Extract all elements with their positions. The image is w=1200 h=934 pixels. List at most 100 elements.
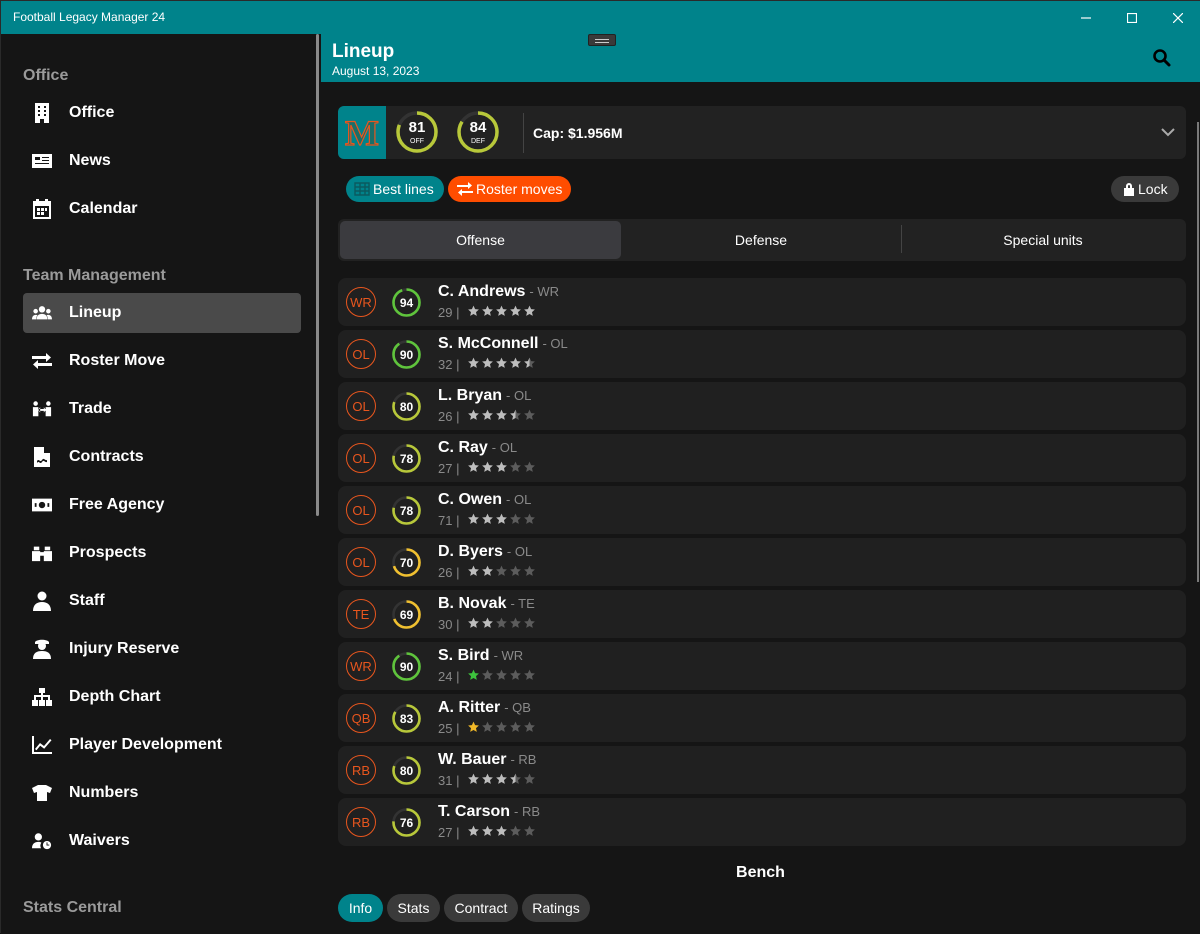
- sidebar-item-contracts[interactable]: Contracts: [23, 437, 301, 477]
- sitemap-icon: [32, 687, 52, 707]
- defense-rating: 84: [469, 119, 487, 136]
- star-icon: [524, 773, 535, 784]
- bench-tab-ratings[interactable]: Ratings: [522, 894, 590, 922]
- player-position: - TE: [510, 596, 535, 611]
- sidebar-item-prospects[interactable]: Prospects: [23, 533, 301, 573]
- sidebar-item-player-development[interactable]: Player Development: [23, 725, 301, 765]
- minimize-button[interactable]: [1063, 1, 1109, 34]
- app-window: Football Legacy Manager 24 Office Office…: [0, 0, 1200, 934]
- player-row[interactable]: RB 76 T. Carson - RB 27 |: [338, 798, 1186, 846]
- sidebar-item-news[interactable]: News: [23, 141, 301, 181]
- star-icon: [496, 565, 507, 576]
- sidebar-item-depth-chart[interactable]: Depth Chart: [23, 677, 301, 717]
- player-name-line[interactable]: W. Bauer - RB: [438, 751, 536, 769]
- player-row[interactable]: OL 80 L. Bryan - OL 26 |: [338, 382, 1186, 430]
- star-icon: [510, 669, 521, 680]
- star-icon: [510, 513, 521, 524]
- lock-icon: [1124, 183, 1134, 196]
- jersey-icon: [32, 783, 52, 803]
- roster-moves-label: Roster moves: [476, 181, 563, 197]
- trade-icon: [32, 399, 52, 419]
- search-icon[interactable]: [1152, 48, 1172, 68]
- player-name[interactable]: C. Andrews: [438, 283, 525, 300]
- sidebar-item-waivers[interactable]: Waivers: [23, 821, 301, 861]
- position-badge: TE: [346, 599, 376, 629]
- sidebar-item-label: Office: [69, 104, 115, 121]
- sidebar-item-trade[interactable]: Trade: [23, 389, 301, 429]
- sidebar-item-calendar[interactable]: Calendar: [23, 189, 301, 229]
- player-name[interactable]: B. Novak: [438, 595, 506, 612]
- title-bar[interactable]: Football Legacy Manager 24: [1, 1, 1200, 34]
- player-name[interactable]: S. Bird: [438, 647, 490, 664]
- player-name-line[interactable]: A. Ritter - QB: [438, 699, 531, 717]
- player-row[interactable]: RB 80 W. Bauer - RB 31 |: [338, 746, 1186, 794]
- player-row[interactable]: OL 90 S. McConnell - OL 32 |: [338, 330, 1186, 378]
- lock-button[interactable]: Lock: [1111, 176, 1179, 202]
- tab-offense[interactable]: Offense: [340, 221, 621, 259]
- sidebar-item-free-agency[interactable]: Free Agency: [23, 485, 301, 525]
- star-icon: [468, 305, 479, 316]
- best-lines-button[interactable]: Best lines: [346, 176, 444, 202]
- player-name-line[interactable]: C. Owen - OL: [438, 491, 531, 509]
- star-icon: [510, 409, 521, 420]
- drag-handle[interactable]: [588, 34, 616, 46]
- sidebar-scrollbar[interactable]: [316, 34, 319, 516]
- player-row[interactable]: TE 69 B. Novak - TE 30 |: [338, 590, 1186, 638]
- chevron-down-icon[interactable]: [1160, 124, 1176, 140]
- sidebar-item-injury-reserve[interactable]: Injury Reserve: [23, 629, 301, 669]
- maximize-button[interactable]: [1109, 1, 1155, 34]
- player-name[interactable]: C. Ray: [438, 439, 488, 456]
- player-name-line[interactable]: L. Bryan - OL: [438, 387, 531, 405]
- bench-tab-contract[interactable]: Contract: [444, 894, 518, 922]
- player-name[interactable]: W. Bauer: [438, 751, 506, 768]
- swap-icon: [32, 351, 52, 371]
- overall-rating-ring: 76: [391, 807, 422, 838]
- roster-moves-button[interactable]: Roster moves: [448, 176, 571, 202]
- sidebar-item-label: Free Agency: [69, 496, 165, 513]
- sidebar-item-lineup[interactable]: Lineup: [23, 293, 301, 333]
- star-icon: [510, 721, 521, 732]
- star-icon: [496, 721, 507, 732]
- player-name-line[interactable]: D. Byers - OL: [438, 543, 532, 561]
- team-summary-card[interactable]: M 81 OFF 84 DEF Cap: $1.956M: [338, 106, 1186, 159]
- player-name[interactable]: D. Byers: [438, 543, 503, 560]
- player-name-line[interactable]: S. McConnell - OL: [438, 335, 568, 353]
- player-row[interactable]: QB 83 A. Ritter - QB 25 |: [338, 694, 1186, 742]
- bench-tab-info[interactable]: Info: [338, 894, 383, 922]
- tab-special-units[interactable]: Special units: [902, 221, 1184, 259]
- sidebar-item-office[interactable]: Office: [23, 93, 301, 133]
- player-name-line[interactable]: B. Novak - TE: [438, 595, 535, 613]
- main-content: M 81 OFF 84 DEF Cap: $1.956M Best lines: [321, 82, 1200, 934]
- chart-line-icon: [32, 735, 52, 755]
- player-position: - OL: [506, 388, 532, 403]
- player-age: 25 |: [438, 721, 460, 736]
- player-age: 31 |: [438, 773, 460, 788]
- player-name[interactable]: L. Bryan: [438, 387, 502, 404]
- player-name[interactable]: C. Owen: [438, 491, 502, 508]
- player-name[interactable]: A. Ritter: [438, 699, 500, 716]
- tab-defense[interactable]: Defense: [621, 221, 901, 259]
- sidebar-item-label: Numbers: [69, 784, 139, 801]
- main-scrollbar[interactable]: [1197, 122, 1199, 582]
- player-name[interactable]: S. McConnell: [438, 335, 538, 352]
- player-name[interactable]: T. Carson: [438, 803, 510, 820]
- player-row[interactable]: OL 70 D. Byers - OL 26 |: [338, 538, 1186, 586]
- star-icon: [468, 617, 479, 628]
- player-name-line[interactable]: C. Andrews - WR: [438, 283, 559, 301]
- bench-tab-stats[interactable]: Stats: [387, 894, 440, 922]
- player-row[interactable]: OL 78 C. Ray - OL 27 |: [338, 434, 1186, 482]
- star-icon: [468, 357, 479, 368]
- sidebar-item-staff[interactable]: Staff: [23, 581, 301, 621]
- player-name-line[interactable]: T. Carson - RB: [438, 803, 540, 821]
- player-row[interactable]: WR 90 S. Bird - WR 24 |: [338, 642, 1186, 690]
- overall-rating: 78: [399, 452, 414, 466]
- star-icon: [482, 513, 493, 524]
- sidebar-item-roster-move[interactable]: Roster Move: [23, 341, 301, 381]
- player-name-line[interactable]: S. Bird - WR: [438, 647, 523, 665]
- sidebar-item-label: Roster Move: [69, 352, 166, 369]
- player-row[interactable]: WR 94 C. Andrews - WR 29 |: [338, 278, 1186, 326]
- player-name-line[interactable]: C. Ray - OL: [438, 439, 517, 457]
- sidebar-item-numbers[interactable]: Numbers: [23, 773, 301, 813]
- close-button[interactable]: [1155, 1, 1200, 34]
- player-row[interactable]: OL 78 C. Owen - OL 71 |: [338, 486, 1186, 534]
